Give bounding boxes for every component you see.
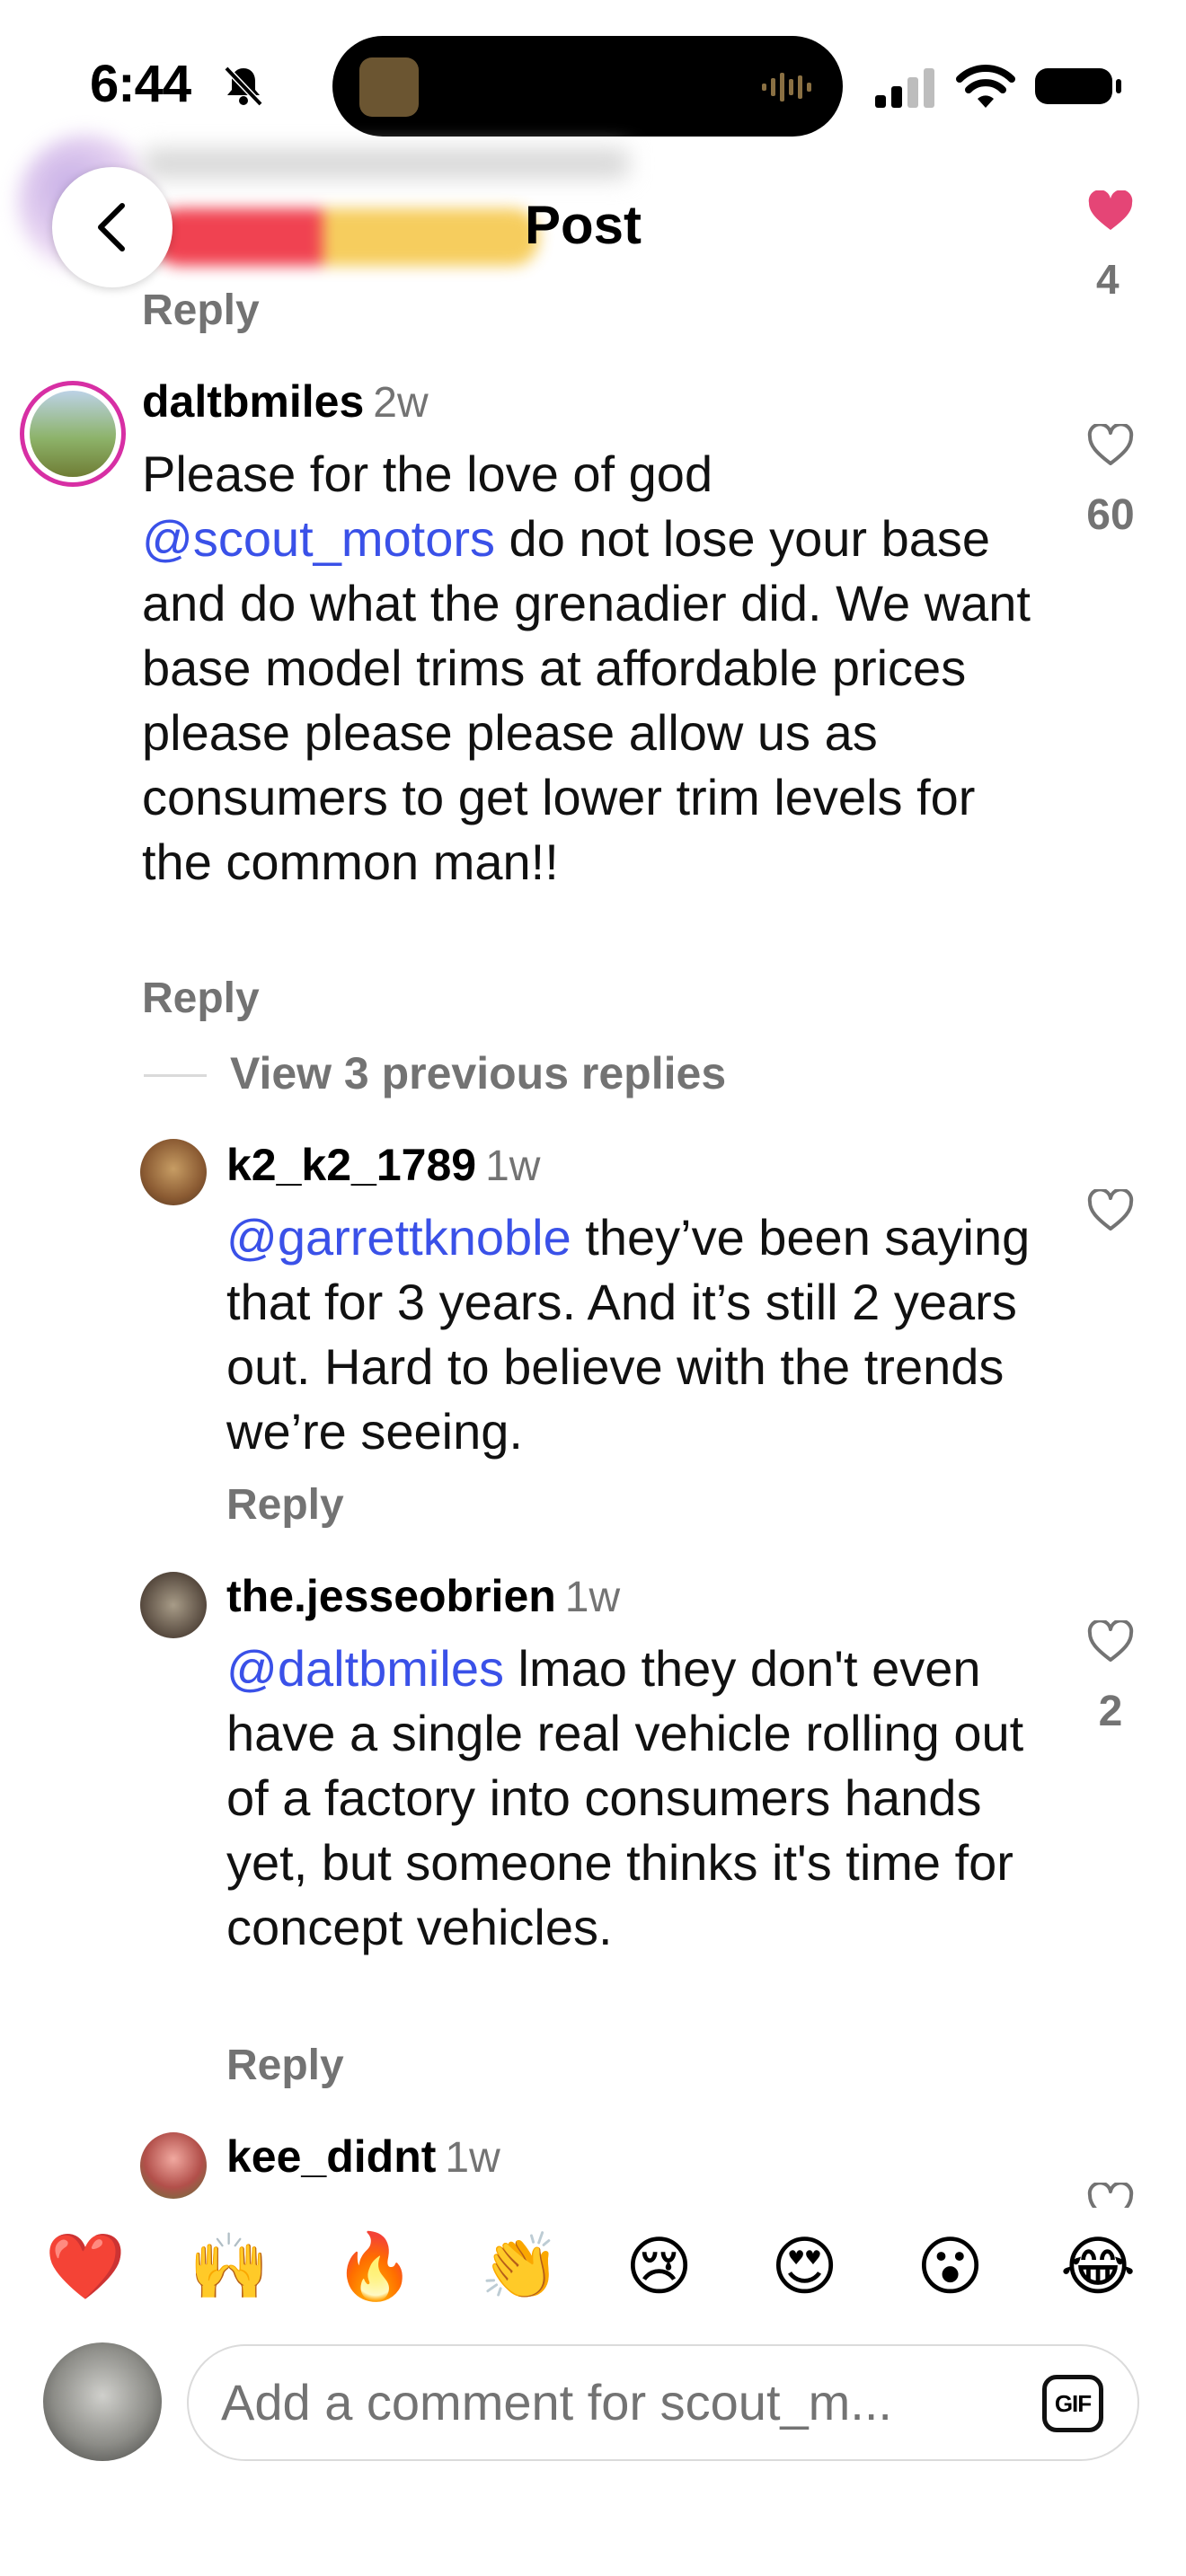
reply-button[interactable]: Reply xyxy=(142,286,260,335)
comment-text: @garrettknoble they’ve been saying that … xyxy=(226,1209,1031,1460)
wifi-icon xyxy=(956,65,1015,108)
chevron-left-icon xyxy=(98,203,125,251)
heart-icon[interactable] xyxy=(1087,1620,1134,1663)
comment-age: 1w xyxy=(485,1142,541,1190)
like-count: 60 xyxy=(1086,491,1135,539)
reply-button[interactable]: Reply xyxy=(226,2041,344,2090)
view-previous-replies[interactable]: View 3 previous replies xyxy=(230,1047,726,1099)
gif-button[interactable]: GIF xyxy=(1042,2375,1103,2432)
comment-text: @daltbmiles lmao they don't even have a … xyxy=(226,1640,1024,1955)
thread-line xyxy=(144,1074,207,1077)
mention-link[interactable]: @scout_motors xyxy=(142,510,495,567)
blurred-username xyxy=(144,148,629,179)
bell-muted-icon xyxy=(224,66,263,107)
reaction-heart[interactable]: ❤️ xyxy=(45,2231,126,2303)
now-playing-thumbnail xyxy=(359,57,419,117)
heart-icon[interactable] xyxy=(1087,424,1134,467)
comment-age: 1w xyxy=(445,2134,500,2182)
avatar[interactable] xyxy=(140,1572,207,1638)
battery-icon xyxy=(1035,68,1121,104)
comment-header: the.jesseobrien 1w xyxy=(226,1570,620,1622)
status-time: 6:44 xyxy=(90,55,191,113)
reaction-clap[interactable]: 👏 xyxy=(480,2231,561,2303)
comment-age: 1w xyxy=(564,1574,621,1621)
current-user-avatar xyxy=(43,2342,162,2461)
username[interactable]: k2_k2_1789 xyxy=(226,1140,476,1190)
blurred-emoji-comment xyxy=(153,208,539,266)
avatar[interactable] xyxy=(140,2132,207,2199)
back-button[interactable] xyxy=(52,167,173,287)
reaction-laughing[interactable]: 😂 xyxy=(1060,2231,1136,2303)
comment-input-placeholder[interactable]: Add a comment for scout_m... xyxy=(221,2373,892,2431)
page-title: Post xyxy=(525,195,642,255)
comment-header: k2_k2_1789 1w xyxy=(226,1139,540,1191)
reaction-crying[interactable]: 😢 xyxy=(625,2231,693,2303)
like-count: 2 xyxy=(1098,1688,1123,1735)
cellular-signal-icon xyxy=(875,68,934,108)
username[interactable]: daltbmiles xyxy=(142,376,364,427)
quick-reactions: ❤️ 🙌 🔥 👏 😢 😍 😮 😂 xyxy=(0,2231,1186,2303)
comment-age: 2w xyxy=(373,379,429,427)
mention-link[interactable]: @garrettknoble xyxy=(226,1209,571,1266)
heart-icon[interactable] xyxy=(1087,1189,1134,1232)
reply-button[interactable]: Reply xyxy=(226,1480,344,1530)
reaction-raised-hands[interactable]: 🙌 xyxy=(189,2231,270,2303)
reaction-heart-eyes[interactable]: 😍 xyxy=(771,2231,838,2303)
comment-header: kee_didnt 1w xyxy=(226,2130,500,2183)
like-count: 4 xyxy=(1096,256,1120,303)
reaction-fire[interactable]: 🔥 xyxy=(334,2231,415,2303)
username[interactable]: the.jesseobrien xyxy=(226,1571,556,1621)
username[interactable]: kee_didnt xyxy=(226,2131,436,2182)
audio-waveform-icon xyxy=(762,73,811,101)
mention-link[interactable]: @daltbmiles xyxy=(226,1640,504,1697)
reaction-surprised[interactable]: 😮 xyxy=(916,2231,984,2303)
reply-button[interactable]: Reply xyxy=(142,974,260,1023)
heart-filled-icon[interactable] xyxy=(1087,190,1134,232)
comment-text: Please for the love of god @scout_motors… xyxy=(142,446,1031,890)
avatar[interactable] xyxy=(20,381,126,487)
comment-header: daltbmiles 2w xyxy=(142,375,429,428)
avatar[interactable] xyxy=(140,1139,207,1205)
